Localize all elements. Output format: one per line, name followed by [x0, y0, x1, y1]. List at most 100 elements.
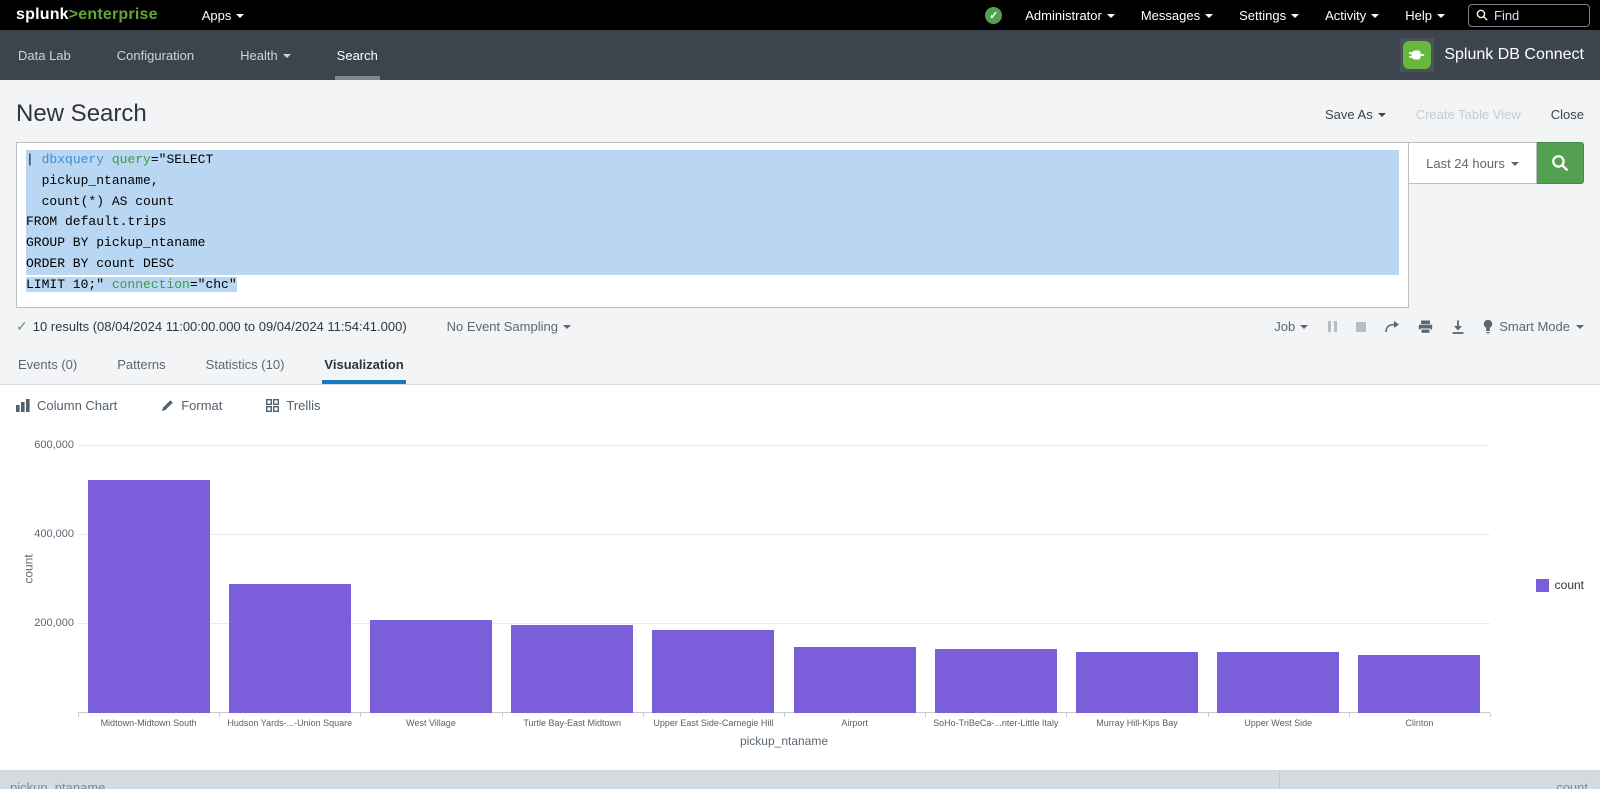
close-label: Close [1551, 107, 1584, 122]
chart-type-button[interactable]: Column Chart [16, 398, 117, 413]
legend-swatch [1536, 579, 1549, 592]
find-search-box[interactable] [1468, 4, 1590, 27]
bar-airport[interactable] [794, 647, 916, 713]
nav-item-configuration[interactable]: Configuration [115, 30, 196, 80]
legend-item-count[interactable]: count [1536, 578, 1584, 592]
nav-item-data-lab[interactable]: Data Lab [16, 30, 73, 80]
nav-item-label: Health [240, 48, 278, 63]
x-axis-tick [219, 713, 220, 717]
query-token: ORDER BY count DESC [26, 256, 174, 271]
top-system-bar: splunk>enterprise Apps ✓ Administrator Me… [0, 0, 1600, 30]
topbar-menu-activity[interactable]: Activity [1312, 8, 1392, 23]
tab-events-0[interactable]: Events (0) [16, 344, 79, 384]
topbar-menu-settings[interactable]: Settings [1226, 8, 1312, 23]
nav-item-label: Configuration [117, 48, 194, 63]
topbar-menu-messages[interactable]: Messages [1128, 8, 1226, 23]
job-menu[interactable]: Job [1274, 319, 1308, 334]
export-download-icon[interactable] [1451, 320, 1465, 334]
bar-clinton[interactable] [1358, 655, 1480, 713]
apps-menu[interactable]: Apps [202, 8, 245, 23]
x-tick-label: Upper West Side [1208, 718, 1349, 728]
check-icon: ✓ [16, 318, 28, 335]
share-icon[interactable] [1384, 320, 1400, 334]
find-input[interactable] [1494, 8, 1574, 23]
pause-job-icon[interactable] [1326, 321, 1338, 332]
search-submit-button[interactable] [1537, 142, 1584, 184]
job-menu-label: Job [1274, 319, 1295, 334]
chart-plot: Midtown-Midtown SouthHudson Yards-...-Un… [78, 430, 1490, 713]
trellis-button[interactable]: Trellis [266, 398, 320, 413]
health-status-icon[interactable]: ✓ [985, 7, 1002, 24]
table-column-header-pickup-ntaname[interactable]: pickup_ntaname [0, 770, 1280, 789]
tab-visualization[interactable]: Visualization [322, 344, 405, 384]
query-token [104, 152, 112, 167]
create-table-view-button[interactable]: Create Table View [1416, 107, 1521, 122]
db-connect-icon [1400, 38, 1434, 72]
bar-murray-hill-kips-bay[interactable] [1076, 652, 1198, 713]
column-chart-icon [16, 399, 30, 412]
query-token: | [26, 152, 42, 167]
bar-soho-tribeca-nter-little-italy[interactable] [935, 649, 1057, 713]
stop-job-icon[interactable] [1356, 322, 1366, 332]
query-line-3: count(*) AS count [26, 192, 1399, 213]
chevron-down-icon [563, 325, 571, 329]
query-line-6: ORDER BY count DESC [26, 254, 1399, 275]
topbar-menu-help[interactable]: Help [1392, 8, 1458, 23]
chevron-down-icon [1576, 325, 1584, 329]
x-axis-tick [784, 713, 785, 717]
visualization-toolbar: Column Chart Format Trellis [0, 385, 1600, 426]
tab-statistics-10[interactable]: Statistics (10) [204, 344, 287, 384]
chevron-down-icon [1107, 14, 1115, 18]
nav-item-health[interactable]: Health [238, 30, 293, 80]
search-query-input[interactable]: | dbxquery query="SELECT pickup_ntaname,… [16, 142, 1409, 308]
results-summary: 10 results (08/04/2024 11:00:00.000 to 0… [33, 319, 407, 334]
table-column-header-count[interactable]: count [1280, 770, 1600, 789]
query-line-1: | dbxquery query="SELECT [26, 150, 1399, 171]
print-icon[interactable] [1418, 320, 1433, 334]
topbar-menus: Administrator Messages SettingsActivityHel… [1012, 8, 1458, 23]
x-tick-label: Clinton [1349, 718, 1490, 728]
bar-turtle-bay-east-midtown[interactable] [511, 625, 633, 713]
event-sampling-label: No Event Sampling [447, 319, 558, 334]
topbar-menu-label: Messages [1141, 8, 1200, 23]
close-button[interactable]: Close [1551, 107, 1584, 122]
lightbulb-icon [1483, 319, 1493, 334]
bar-upper-east-side-carnegie-hill[interactable] [652, 630, 774, 713]
topbar-menu-administrator[interactable]: Administrator [1012, 8, 1128, 23]
x-axis-tick [78, 713, 79, 717]
event-sampling-dropdown[interactable]: No Event Sampling [447, 319, 571, 334]
search-bar-row: | dbxquery query="SELECT pickup_ntaname,… [0, 142, 1600, 308]
query-token: connection [112, 277, 190, 292]
logo-suffix: >enterprise [69, 6, 158, 23]
tab-patterns[interactable]: Patterns [115, 344, 167, 384]
query-line-4: FROM default.trips [26, 212, 1399, 233]
chevron-down-icon [1511, 162, 1519, 166]
chevron-down-icon [236, 14, 244, 18]
chevron-down-icon [1205, 14, 1213, 18]
save-as-label: Save As [1325, 107, 1373, 122]
x-tick-label: Upper East Side-Carnegie Hill [643, 718, 784, 728]
x-tick-label: Turtle Bay-East Midtown [502, 718, 643, 728]
chevron-down-icon [1300, 325, 1308, 329]
chevron-down-icon [1371, 14, 1379, 18]
search-mode-dropdown[interactable]: Smart Mode [1483, 319, 1584, 334]
nav-item-label: Search [337, 48, 378, 63]
time-range-picker[interactable]: Last 24 hours [1409, 142, 1537, 184]
bar-upper-west-side[interactable] [1217, 652, 1339, 713]
gridline-400,000 [78, 534, 1490, 535]
app-nav: Data Lab Configuration Health Search [16, 30, 422, 80]
bar-midtown-midtown-south[interactable] [88, 480, 210, 713]
x-axis-tick [925, 713, 926, 717]
y-tick-200,000: 200,000 [34, 617, 74, 629]
gridline-600,000 [78, 445, 1490, 446]
bar-west-village[interactable] [370, 620, 492, 713]
query-token: count(*) AS count [26, 194, 174, 209]
splunk-logo[interactable]: splunk>enterprise [16, 6, 158, 24]
nav-item-search[interactable]: Search [335, 30, 380, 80]
bar-hudson-yards-union-square[interactable] [229, 584, 351, 713]
format-button[interactable]: Format [161, 398, 222, 413]
splunk-app-window: splunk>enterprise Apps ✓ Administrator Me… [0, 0, 1600, 789]
x-axis-tick [643, 713, 644, 717]
app-brand[interactable]: Splunk DB Connect [1400, 30, 1584, 80]
save-as-button[interactable]: Save As [1325, 107, 1386, 122]
